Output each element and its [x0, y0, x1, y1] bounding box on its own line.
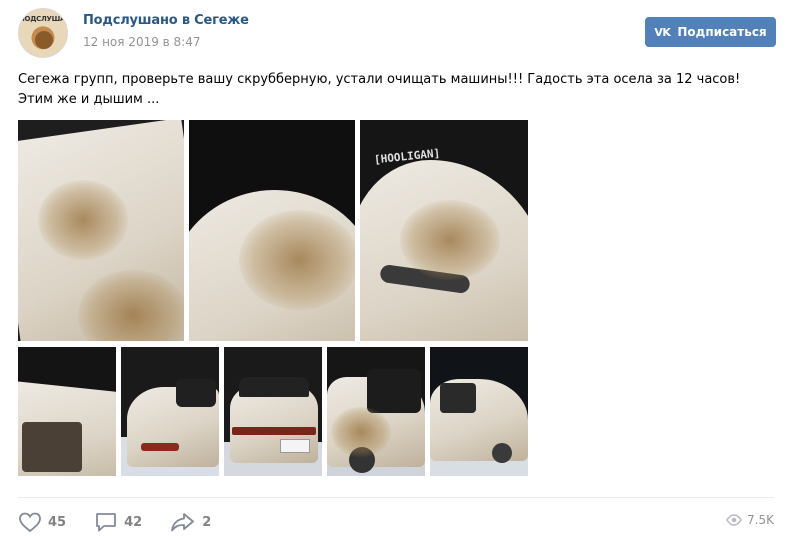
post-photo-1[interactable]	[18, 120, 184, 341]
footer-divider	[18, 497, 774, 498]
vk-logo-icon: VK	[654, 25, 671, 39]
heart-icon	[19, 512, 41, 533]
group-avatar[interactable]: ПОДСЛУШАНО	[18, 8, 68, 58]
subscribe-label: Подписаться	[677, 25, 767, 39]
comment-icon	[96, 513, 116, 532]
subscribe-button[interactable]: VK Подписаться	[645, 17, 776, 47]
post-photo-8[interactable]	[430, 347, 528, 476]
post-text: Сегежа групп, проверьте вашу скрубберную…	[18, 72, 741, 107]
post-actions: 45 42 2	[18, 509, 239, 535]
like-button[interactable]: 45	[18, 511, 66, 533]
views-count: 7.5K	[747, 513, 774, 527]
avatar-label: ПОДСЛУШАНО	[19, 15, 67, 23]
post-photo-2[interactable]	[189, 120, 355, 341]
post-photo-7[interactable]	[327, 347, 425, 476]
like-count: 45	[48, 514, 67, 530]
comment-count: 42	[124, 514, 143, 530]
post-photo-4[interactable]	[18, 347, 116, 476]
share-icon	[171, 513, 195, 532]
eye-icon	[726, 514, 742, 526]
post-photo-3[interactable]: [HOOLIGAN]	[360, 120, 528, 341]
share-button[interactable]: 2	[170, 511, 211, 533]
views-counter: 7.5K	[726, 513, 774, 527]
post-date-link[interactable]: 12 ноя 2019 в 8:47	[83, 35, 201, 49]
comment-button[interactable]: 42	[94, 511, 142, 533]
share-count: 2	[202, 514, 212, 530]
post-photo-5[interactable]	[121, 347, 219, 476]
group-name-link[interactable]: Подслушано в Сегеже	[83, 13, 249, 28]
post-photo-6[interactable]	[224, 347, 322, 476]
avatar-character-icon	[35, 31, 53, 49]
